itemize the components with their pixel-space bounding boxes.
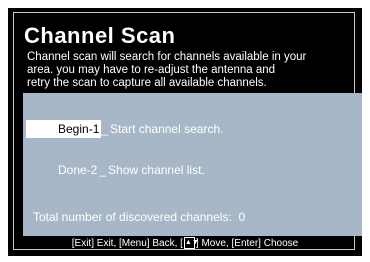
description-line: retry the scan to capture all available … <box>27 77 267 89</box>
description-line: area. you may have to re-adjust the ante… <box>27 64 276 76</box>
channel-scan-screen: Channel Scan Channel scan will search fo… <box>8 8 362 256</box>
total-channels-label: Total number of discovered channels <box>33 210 229 224</box>
scan-options-panel: Begin-1 _ Start channel search. Done-2 _ Sho… <box>23 93 362 236</box>
page-title: Channel Scan <box>24 23 176 48</box>
begin-key-label: Begin-1 <box>26 120 102 138</box>
arrow-updown-icon: ▲▼ <box>183 237 199 250</box>
menu-back-hint: [Menu] Back, <box>119 238 178 249</box>
done-key-label: Done-2 <box>58 163 98 177</box>
scan-description: Channel scan will search for channels av… <box>27 51 362 90</box>
key-help-bar: [Exit] Exit, [Menu] Back, [▲▼] Move, [En… <box>8 236 362 252</box>
move-hint: [▲▼] Move, <box>180 237 229 250</box>
done-description: Show channel list. <box>108 163 205 177</box>
enter-choose-hint: [Enter] Choose <box>231 238 299 249</box>
total-channels-value: 0 <box>238 210 246 224</box>
total-separator: : <box>228 210 232 224</box>
begin-description: Start channel search. <box>110 122 224 136</box>
begin-scan-option[interactable]: Begin-1 _ Start channel search. <box>26 120 286 138</box>
description-line: Channel scan will search for channels av… <box>27 51 307 63</box>
exit-hint: [Exit] Exit, <box>71 238 117 249</box>
channel-count-status: Total number of discovered channels: 0 <box>33 209 245 225</box>
done-option[interactable]: Done-2 _ Show channel list. <box>26 161 286 179</box>
